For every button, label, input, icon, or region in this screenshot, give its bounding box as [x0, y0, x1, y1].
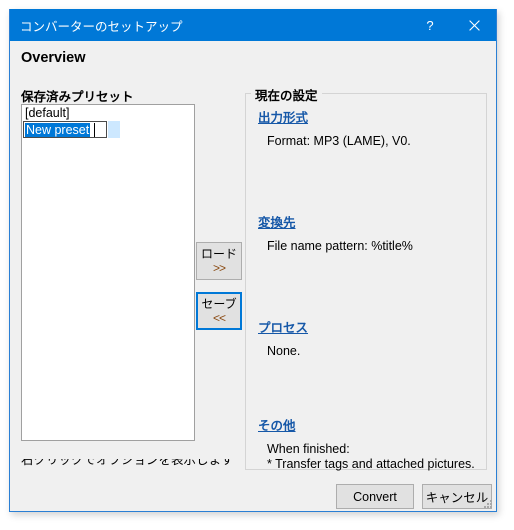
listbox-hint: 右クリックでオプションを表示します: [21, 459, 234, 471]
title-bar-buttons: ?: [408, 9, 496, 41]
help-glyph: ?: [426, 17, 434, 33]
destination-value: File name pattern: %title%: [267, 239, 413, 253]
preset-name-input[interactable]: New preset: [23, 121, 107, 138]
text-caret: [94, 123, 95, 137]
current-settings-content: 出力形式 Format: MP3 (LAME), V0. 変換先 File na…: [245, 93, 487, 471]
load-preset-button[interactable]: ロード >>: [196, 242, 242, 280]
dialog-client-area: Overview 保存済みプリセット [default] New preset …: [10, 41, 496, 511]
list-item-editing[interactable]: New preset: [22, 121, 194, 138]
window-title: コンバーターのセットアップ: [20, 20, 183, 34]
destination-link[interactable]: 変換先: [258, 212, 296, 231]
load-arrow-icon: >>: [212, 261, 226, 275]
save-arrow-icon: <<: [212, 311, 226, 325]
list-item[interactable]: [default]: [22, 105, 194, 121]
resize-grip-icon[interactable]: [481, 497, 493, 509]
converter-setup-dialog: コンバーターのセットアップ ? Overview 保存済みプリセット [defa…: [9, 9, 497, 512]
page-title: Overview: [21, 50, 86, 66]
load-preset-label: ロード: [200, 247, 237, 261]
convert-button-label: Convert: [353, 489, 397, 504]
listbox-hint-text: 右クリックでオプションを表示します: [21, 459, 234, 467]
other-link[interactable]: その他: [258, 415, 296, 434]
save-preset-button[interactable]: セーブ <<: [196, 292, 242, 330]
preset-listbox[interactable]: [default] New preset: [21, 104, 195, 441]
process-value: None.: [267, 344, 301, 358]
output-format-link[interactable]: 出力形式: [258, 107, 308, 126]
cancel-button-label: キャンセル: [425, 491, 489, 505]
help-icon[interactable]: ?: [408, 9, 452, 41]
save-preset-label: セーブ: [201, 297, 237, 311]
other-value: When finished: * Transfer tags and attac…: [267, 442, 475, 471]
close-icon[interactable]: [452, 9, 496, 41]
saved-presets-label: 保存済みプリセット: [21, 90, 134, 104]
title-bar: コンバーターのセットアップ ?: [10, 9, 496, 41]
process-link[interactable]: プロセス: [258, 317, 308, 336]
convert-button[interactable]: Convert: [336, 484, 414, 509]
preset-name-selected-text: New preset: [25, 123, 91, 137]
preset-name-edit-highlight-tail: [108, 121, 120, 138]
desktop-backdrop: コンバーターのセットアップ ? Overview 保存済みプリセット [defa…: [0, 0, 514, 530]
output-format-value: Format: MP3 (LAME), V0.: [267, 134, 411, 148]
